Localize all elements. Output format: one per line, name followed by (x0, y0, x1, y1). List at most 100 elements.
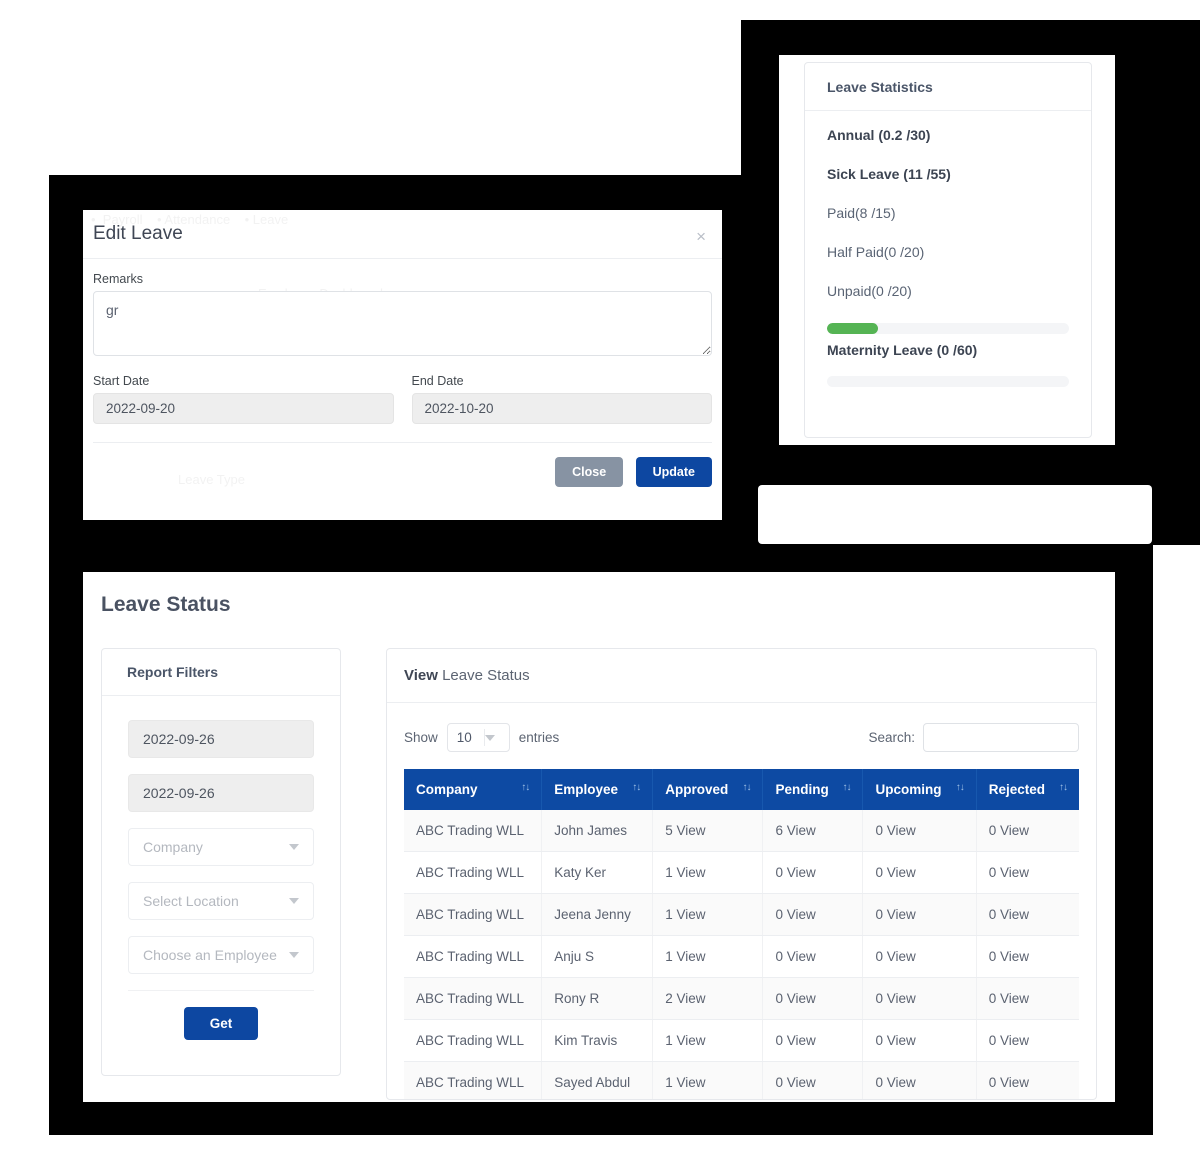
leave-statistics-card: Leave Statistics Annual (0.2 /30) Sick L… (804, 62, 1092, 438)
table-cell: ABC Trading WLL (404, 893, 543, 936)
table-cell-view-link[interactable]: 0 View (862, 935, 977, 978)
table-cell: John James (541, 810, 654, 852)
table-cell-view-link[interactable]: 0 View (976, 977, 1079, 1020)
show-label: Show (404, 730, 438, 745)
leave-statistics-body: Annual (0.2 /30) Sick Leave (11 /55) Pai… (805, 111, 1091, 387)
table-column-header[interactable]: Company ↑↓ (404, 769, 543, 810)
table-cell: Katy Ker (541, 851, 654, 894)
chevron-down-icon (289, 898, 299, 904)
table-column-label: Rejected (988, 782, 1046, 797)
end-date-input[interactable] (411, 393, 712, 424)
report-filters-body: Company Select Location Choose an Employ… (102, 696, 340, 1040)
table-cell-view-link[interactable]: 0 View (862, 1019, 977, 1062)
table-cell: ABC Trading WLL (404, 1019, 543, 1062)
table-cell-view-link[interactable]: 0 View (976, 1061, 1079, 1099)
table-cell: Sayed Abdul (541, 1061, 654, 1099)
table-cell-view-link[interactable]: 0 View (762, 851, 864, 894)
table-cell-view-link[interactable]: 0 View (862, 1061, 977, 1099)
table-cell-view-link[interactable]: 0 View (862, 810, 977, 852)
table-cell-view-link[interactable]: 0 View (976, 851, 1079, 894)
search-label: Search: (868, 730, 915, 745)
page-length-control: Show 10 entries (404, 723, 559, 752)
table-row: ABC Trading WLL Rony R2 View 0 View 0 View 0… (404, 977, 1079, 1020)
search-input[interactable] (923, 723, 1079, 752)
leave-status-table: Company ↑↓ Employee ↑↓ Approved ↑↓ Pending ↑↓ Up… (404, 769, 1079, 1099)
table-cell-view-link[interactable]: 5 View (652, 810, 764, 852)
start-date-group: Start Date (93, 374, 394, 424)
modal-title: Edit Leave (93, 223, 183, 244)
table-cell-view-link[interactable]: 0 View (862, 977, 977, 1020)
sort-icon: ↑↓ (742, 782, 751, 793)
remarks-textarea[interactable]: gr (93, 291, 712, 356)
stat-maternity-leave: Maternity Leave (0 /60) (827, 342, 978, 358)
table-column-header[interactable]: Upcoming ↑↓ (862, 769, 977, 810)
table-cell: ABC Trading WLL (404, 935, 543, 978)
table-card-title: View Leave Status (387, 649, 1096, 703)
modal-header: Edit Leave × (83, 210, 722, 259)
date-row: Start Date End Date (93, 374, 712, 424)
from-date-input[interactable] (128, 720, 314, 758)
location-select[interactable]: Select Location (128, 882, 314, 920)
employee-select[interactable]: Choose an Employee (128, 936, 314, 974)
table-cell-view-link[interactable]: 0 View (976, 935, 1079, 978)
edit-leave-modal: • Payroll • Attendance • Leave Employee … (83, 210, 722, 520)
table-cell-view-link[interactable]: 0 View (762, 977, 864, 1020)
entries-label: entries (518, 730, 560, 745)
table-cell-view-link[interactable]: 0 View (762, 1019, 864, 1062)
page-title: Leave Status (101, 593, 231, 616)
table-column-header[interactable]: Approved ↑↓ (652, 769, 764, 810)
table-cell: Kim Travis (541, 1019, 654, 1062)
update-button[interactable]: Update (635, 457, 712, 487)
table-cell-view-link[interactable]: 1 View (652, 851, 764, 894)
table-cell-view-link[interactable]: 1 View (652, 1061, 764, 1099)
table-column-header[interactable]: Employee ↑↓ (541, 769, 654, 810)
table-cell-view-link[interactable]: 0 View (976, 893, 1079, 936)
end-date-label: End Date (411, 374, 464, 388)
blank-white-block (758, 485, 1152, 544)
stat-paid: Paid(8 /15) (827, 205, 896, 221)
table-cell-view-link[interactable]: 0 View (862, 851, 977, 894)
table-cell: ABC Trading WLL (404, 1061, 543, 1099)
progress-bar-leave (827, 323, 1069, 334)
progress-bar-maternity (827, 376, 1069, 387)
table-row: ABC Trading WLL John James 5 View 6 View 0 V… (404, 810, 1079, 852)
stat-annual: Annual (0.2 /30) (827, 127, 931, 143)
table-head: Company ↑↓ Employee ↑↓ Approved ↑↓ Pending ↑↓ Up… (404, 769, 1079, 810)
table-column-label: Company (416, 782, 478, 797)
table-cell-view-link[interactable]: 0 View (976, 1019, 1079, 1062)
chevron-down-icon (289, 952, 299, 958)
table-cell-view-link[interactable]: 6 View (762, 810, 864, 852)
table-cell-view-link[interactable]: 0 View (976, 810, 1079, 852)
sort-icon: ↑↓ (1059, 782, 1068, 793)
table-cell-view-link[interactable]: 1 View (652, 935, 764, 978)
modal-body: Remarks gr Start Date End Date (93, 272, 712, 424)
table-cell-view-link[interactable]: 2 View (652, 977, 764, 1020)
table-body: ABC Trading WLL John James 5 View 6 View 0 V… (404, 810, 1079, 1099)
table-cell-view-link[interactable]: 1 View (652, 893, 764, 936)
table-row: ABC Trading WLL Sayed Abdul 1 View 0 View 0 … (404, 1061, 1079, 1099)
get-button[interactable]: Get (183, 1007, 259, 1040)
page-length-value: 10 (456, 730, 472, 745)
close-button[interactable]: Close (555, 457, 624, 487)
table-row: ABC Trading WLL Anju S1 View 0 View 0 View 0… (404, 935, 1079, 978)
table-column-label: Pending (775, 782, 829, 797)
to-date-input[interactable] (128, 774, 314, 812)
table-column-label: Employee (554, 782, 619, 797)
table-card-title-rest: Leave Status (437, 667, 530, 684)
leave-statistics-title: Leave Statistics (805, 63, 1091, 111)
table-row: ABC Trading WLL Katy Ker 1 View 0 View 0 Vie… (404, 851, 1079, 894)
start-date-input[interactable] (93, 393, 394, 424)
company-select[interactable]: Company (128, 828, 314, 866)
page-length-select[interactable]: 10 (446, 723, 510, 752)
table-column-header[interactable]: Rejected ↑↓ (976, 769, 1079, 810)
table-cell-view-link[interactable]: 0 View (762, 893, 864, 936)
table-column-header[interactable]: Pending ↑↓ (762, 769, 864, 810)
leave-status-page: Leave Status Report Filters Company Sele… (83, 572, 1115, 1102)
table-cell: Anju S (541, 935, 654, 978)
table-cell-view-link[interactable]: 0 View (762, 935, 864, 978)
table-cell-view-link[interactable]: 0 View (862, 893, 977, 936)
table-cell-view-link[interactable]: 1 View (652, 1019, 764, 1062)
table-card-title-strong: View (404, 667, 438, 684)
table-cell-view-link[interactable]: 0 View (762, 1061, 864, 1099)
close-icon[interactable]: × (692, 224, 710, 249)
